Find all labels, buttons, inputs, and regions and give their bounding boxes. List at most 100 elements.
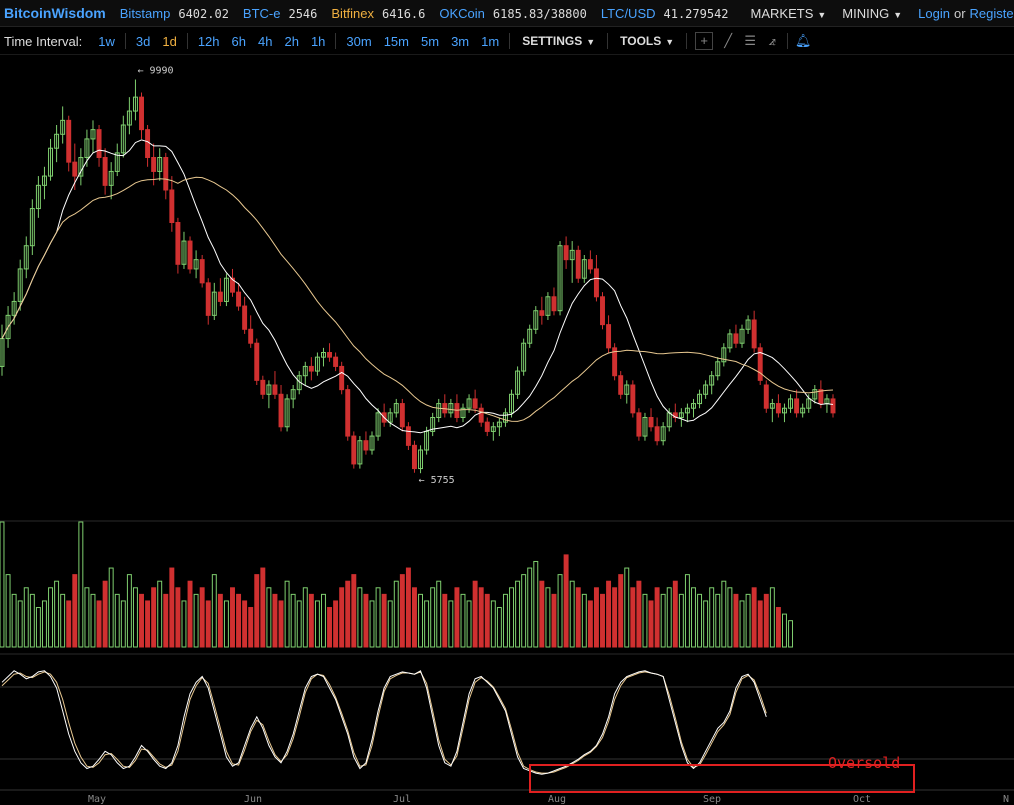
volume-bar xyxy=(60,593,66,648)
volume-bar xyxy=(666,587,672,648)
candle-body xyxy=(575,249,581,279)
interval-12h-button[interactable]: 12h xyxy=(192,34,226,49)
interval-1w-button[interactable]: 1w xyxy=(92,34,121,49)
x-axis: May Jun Jul Aug Sep Oct N xyxy=(88,794,1009,805)
interval-6h-button[interactable]: 6h xyxy=(226,34,252,49)
volume-bar xyxy=(721,580,727,648)
interval-1d-button[interactable]: 1d xyxy=(156,34,182,49)
volume-bar xyxy=(126,574,132,648)
interval-15m-button[interactable]: 15m xyxy=(378,34,415,49)
fan-icon[interactable]: ⦨ xyxy=(761,33,783,49)
volume-bar xyxy=(763,593,769,648)
candle-body xyxy=(66,119,72,163)
volume-bar xyxy=(636,580,642,648)
volume-bar xyxy=(502,593,508,648)
candle-body xyxy=(363,440,369,451)
markets-menu[interactable]: MARKETS ▼ xyxy=(743,6,835,21)
candle-body xyxy=(308,365,314,372)
exchange-name: LTC/USD xyxy=(600,5,656,21)
volume-bar xyxy=(557,574,563,648)
volume-bar xyxy=(278,600,284,648)
candle-body xyxy=(278,393,284,428)
candle-body xyxy=(339,365,345,391)
volume-bar xyxy=(132,587,138,648)
exchange-ticker[interactable]: Bitfinex 6416.6 xyxy=(331,6,425,21)
interval-3m-button[interactable]: 3m xyxy=(445,34,475,49)
high-price-label: ← 9990 xyxy=(137,66,173,77)
candle-body xyxy=(472,398,478,409)
volume-bar xyxy=(418,593,424,648)
volume-bar xyxy=(139,593,144,648)
interval-30m-button[interactable]: 30m xyxy=(340,34,377,49)
candle-body xyxy=(794,398,800,414)
volume-bar xyxy=(472,580,478,648)
interval-5m-button[interactable]: 5m xyxy=(415,34,445,49)
price-chart[interactable]: ← 9990 ← 5755 Oversold May Jun Jul Aug Sep Oct… xyxy=(0,55,1014,805)
volume-bar xyxy=(78,521,84,648)
markets-menu-label: MARKETS xyxy=(750,5,814,21)
volume-bar xyxy=(223,600,229,648)
tools-menu[interactable]: TOOLS ▼ xyxy=(612,34,682,48)
volume-bar xyxy=(521,574,527,648)
volume-bar xyxy=(430,587,436,648)
candle-body xyxy=(539,310,545,316)
exchange-ticker-list: Bitstamp 6402.02 BTC-e 2546 Bitfinex 6416.6 OK… xyxy=(120,6,743,21)
exchange-ticker[interactable]: Bitstamp 6402.02 xyxy=(120,6,229,21)
x-tick-label: Sep xyxy=(703,794,721,805)
interval-1h-button[interactable]: 1h xyxy=(305,34,331,49)
candle-body xyxy=(242,305,248,330)
mining-menu[interactable]: MINING ▼ xyxy=(834,6,910,21)
volume-bar xyxy=(612,587,618,648)
alert-bell-icon[interactable]: 🔔︎ xyxy=(792,33,814,49)
volume-bar xyxy=(266,587,272,648)
settings-menu[interactable]: SETTINGS ▼ xyxy=(514,34,603,48)
interval-2h-button[interactable]: 2h xyxy=(278,34,304,49)
crosshair-icon[interactable]: + xyxy=(695,32,714,50)
exchange-price: 41.279542 xyxy=(663,6,729,21)
exchange-ticker[interactable]: OKCoin 6185.83/38800 xyxy=(439,6,586,21)
volume-bar xyxy=(490,600,496,648)
candle-body xyxy=(630,384,636,414)
divider xyxy=(335,33,337,49)
volume-bar xyxy=(120,600,126,648)
interval-1m-button[interactable]: 1m xyxy=(475,34,505,49)
exchange-ticker[interactable]: LTC/USD 41.279542 xyxy=(601,6,729,21)
volume-bar xyxy=(108,567,114,648)
candle-body xyxy=(260,379,266,395)
volume-bar xyxy=(387,600,393,648)
candle-body xyxy=(217,291,223,302)
candle-body xyxy=(272,384,278,395)
volume-bar xyxy=(563,554,569,648)
candle-body xyxy=(405,426,411,446)
volume-bar xyxy=(751,587,757,648)
volume-bar xyxy=(442,593,448,648)
login-link[interactable]: Login xyxy=(918,6,950,21)
candle-body xyxy=(236,291,242,307)
exchange-ticker[interactable]: BTC-e 2546 xyxy=(243,6,317,21)
candle-body xyxy=(593,268,599,298)
volume-bar xyxy=(248,607,254,648)
oversold-label: Oversold xyxy=(828,754,900,772)
volume-bar xyxy=(587,600,593,648)
volume-bar xyxy=(581,593,587,648)
line-icon[interactable]: ╱ xyxy=(717,33,739,49)
interval-3d-button[interactable]: 3d xyxy=(130,34,156,49)
register-link[interactable]: Register xyxy=(970,6,1014,21)
candle-body xyxy=(606,324,612,349)
volume-bar xyxy=(375,587,381,648)
candle-body xyxy=(654,426,660,442)
volume-bar xyxy=(102,580,108,648)
horizontal-lines-icon[interactable]: ☰ xyxy=(739,33,761,49)
candle-body xyxy=(169,189,175,223)
volume-bar xyxy=(169,567,175,648)
volume-bar xyxy=(369,600,375,648)
volume-bar xyxy=(618,574,624,648)
mining-menu-label: MINING xyxy=(842,5,890,21)
brand-logo[interactable]: BitcoinWisdom xyxy=(4,5,106,21)
interval-4h-button[interactable]: 4h xyxy=(252,34,278,49)
volume-bar xyxy=(448,600,454,648)
moving-average-lines xyxy=(1,139,834,434)
exchange-price: 6185.83/38800 xyxy=(492,6,587,21)
volume-bar xyxy=(405,567,411,648)
volume-bar xyxy=(691,587,696,648)
